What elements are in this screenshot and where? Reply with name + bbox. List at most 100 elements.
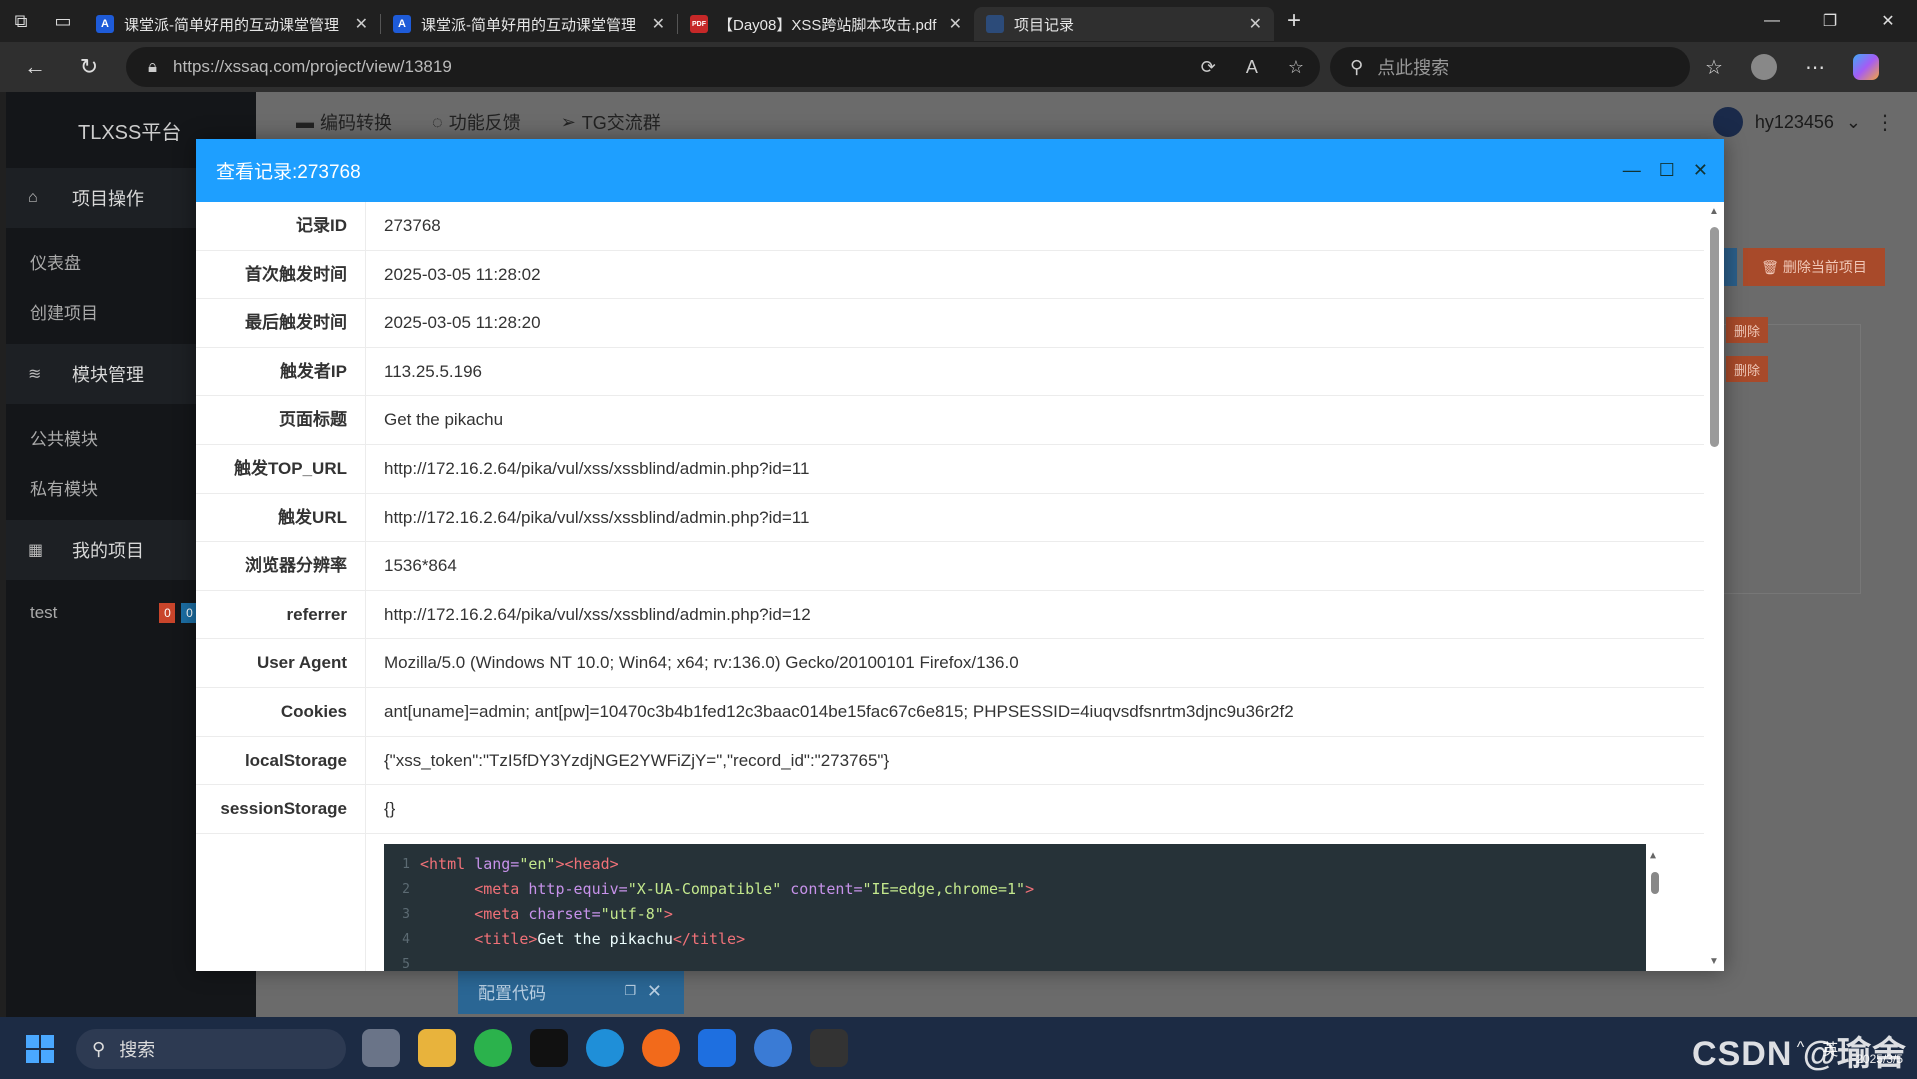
tab-close-icon[interactable]: ✕ [1249,14,1262,34]
read-aloud-icon[interactable]: A [1246,57,1258,78]
p-app-icon[interactable] [698,1029,736,1067]
user-avatar [1712,107,1743,137]
app-rings-icon[interactable] [754,1029,792,1067]
url-actions: ⟳ A ☆ [1201,57,1304,78]
close-window-icon[interactable]: ✕ [1859,0,1917,42]
collections-icon[interactable]: ☆ [1705,55,1723,80]
delete-record-button[interactable]: 删除 [1726,317,1768,343]
edge-sync-icon[interactable]: ⟳ [1201,57,1216,78]
project-count-badge-blue: 0 [181,603,198,623]
more-vertical-icon[interactable]: ⋮ [1875,110,1895,135]
browser-tab-2[interactable]: A 课堂派-简单好用的互动课堂管理 ✕ [381,7,677,41]
code-token: "IE=edge,chrome=1" [862,880,1026,899]
modal-header: 查看记录:273768 — ☐ ✕ [196,139,1724,202]
field-label: 触发URL [196,493,366,542]
browser-search-field[interactable]: ⚲ 点此搜索 [1330,47,1690,87]
maximize-icon[interactable]: ☐ [1659,160,1675,181]
table-row: localStorage {"xss_token":"TzI5fDY3YzdjNG… [196,736,1704,786]
config-tab-title: 配置代码 [478,983,546,1003]
close-icon[interactable]: ✕ [647,981,662,1002]
field-value: ant[uname]=admin; ant[pw]=10470c3b4b1fed… [384,701,1294,721]
code-scrollbar[interactable]: ▲ [1646,843,1664,971]
copilot-icon[interactable] [1852,54,1879,80]
windows-start-icon[interactable] [26,1035,54,1063]
window-controls: — ❐ ✕ [1743,0,1917,42]
close-icon[interactable]: ✕ [1693,160,1708,181]
delete-project-button[interactable]: 🗑︎ 删除当前项目 [1743,248,1885,286]
user-menu[interactable]: hy123456 ⌄ [1712,92,1861,152]
delete-record-button[interactable]: 删除 [1726,356,1768,382]
tab-favicon-icon: A [96,15,114,33]
button-label: 删除当前项目 [1782,259,1867,275]
task-view-icon[interactable] [362,1029,400,1067]
restore-icon[interactable]: ❐ [624,983,636,999]
modal-scrollbar[interactable]: ▲ ▼ [1704,202,1724,971]
nav-label: 功能反馈 [448,113,521,133]
code-token: "utf-8" [600,905,664,924]
scroll-down-arrow-icon[interactable]: ▼ [1709,956,1719,967]
field-label: 页面标题 [196,396,366,444]
code-token: "X-UA-Compatible" [627,880,782,899]
code-token: > [1025,880,1035,899]
field-value: 1536*864 [384,556,457,576]
url-field[interactable]: 🔒︎ https://xssaq.com/project/view/13819 … [126,47,1320,87]
scroll-up-arrow-icon[interactable]: ▲ [1650,850,1656,861]
tiktok-icon[interactable] [530,1029,568,1067]
firefox-icon[interactable] [642,1029,680,1067]
browser-tab-4-active[interactable]: 项目记录 ✕ [974,7,1274,41]
code-line: 5 [384,952,1664,971]
reload-icon[interactable]: ↻ [62,42,116,92]
terminal-icon[interactable] [810,1029,848,1067]
tab-close-icon[interactable]: ✕ [652,14,665,34]
new-tab-icon[interactable]: + [1274,0,1314,42]
config-code-minimized-window[interactable]: 配置代码 ❐ ✕ [458,968,684,1014]
scrollbar-thumb[interactable] [1651,871,1659,894]
wechat-icon[interactable] [474,1029,512,1067]
nav-feedback[interactable]: ◌ 功能反馈 [432,109,521,135]
restore-icon[interactable]: ❐ [1801,0,1859,42]
tab-close-icon[interactable]: ✕ [949,14,962,34]
html-source-viewer[interactable]: 1 <html lang= "en" ><head> 2 <meta http-eq… [384,843,1664,971]
workspaces-icon[interactable]: ⧉ [0,0,42,42]
code-token: <meta [474,880,529,899]
code-line: 2 <meta http-equiv= "X-UA-Compatible" con… [384,877,1664,902]
file-explorer-icon[interactable] [418,1029,456,1067]
table-row: 触发者IP 113.25.5.196 [196,347,1704,397]
code-token: </title> [672,930,746,949]
tab-close-icon[interactable]: ✕ [355,14,368,34]
field-value: Mozilla/5.0 (Windows NT 10.0; Win64; x64… [384,653,1019,673]
scroll-up-arrow-icon[interactable]: ▲ [1709,206,1719,217]
minimize-icon[interactable]: — [1743,0,1801,42]
browser-tab-1[interactable]: A 课堂派-简单好用的互动课堂管理 ✕ [84,7,380,41]
project-count-badge-red: 0 [159,603,176,623]
records-table-partial [1701,324,1861,594]
field-value: 2025-03-05 11:28:02 [384,264,541,284]
code-token: content= [781,880,863,899]
sidebar-group-label: 项目操作 [72,189,144,209]
scrollbar-thumb[interactable] [1710,227,1719,447]
record-detail-modal: 查看记录:273768 — ☐ ✕ 记录ID 273768 首次触发时间 2025-… [196,139,1724,971]
edge-browser-icon[interactable] [586,1029,624,1067]
nav-encode-convert[interactable]: ▬ 编码转换 [296,109,392,135]
taskbar-search-label: 搜索 [119,1040,156,1060]
favorite-star-icon[interactable]: ☆ [1288,57,1304,78]
table-row: Cookies ant[uname]=admin; ant[pw]=10470c3… [196,687,1704,737]
home-icon: ⌂ [28,189,38,206]
field-label: 记录ID [196,202,366,250]
sidebar-group-label: 模块管理 [72,365,144,385]
minimize-icon[interactable]: — [1623,160,1641,181]
more-menu-icon[interactable]: ⋯ [1805,55,1825,80]
search-placeholder: 点此搜索 [1377,58,1450,78]
tab-actions-icon[interactable]: ▭ [42,0,84,42]
back-icon[interactable]: ← [8,42,62,92]
tab-title: 项目记录 [1014,16,1075,34]
nav-telegram-group[interactable]: ➢ TG交流群 [561,109,661,135]
profile-avatar-icon[interactable] [1750,54,1777,80]
action-button-partial[interactable] [1723,248,1737,286]
browser-tab-3[interactable]: PDF 【Day08】XSS跨站脚本攻击.pdf ✕ [678,7,974,41]
field-label: sessionStorage [196,785,366,833]
code-line: 4 <title> Get the pikachu </title> [384,927,1664,952]
field-value: {} [384,799,396,819]
browser-tab-bar: ⧉ ▭ A 课堂派-简单好用的互动课堂管理 ✕ A 课堂派-简单好用的互动课堂管… [0,0,1917,42]
taskbar-search[interactable]: ⚲ 搜索 [76,1029,346,1069]
